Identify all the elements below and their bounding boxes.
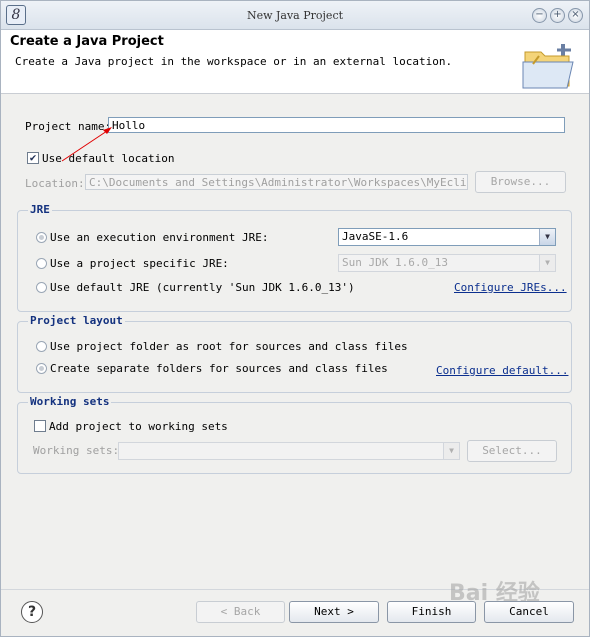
jre-specific-value: Sun JDK 1.6.0_13 (342, 256, 448, 269)
help-icon[interactable]: ? (21, 601, 43, 623)
wizard-title: Create a Java Project (10, 34, 164, 49)
new-java-project-dialog: 8 New Java Project − + × Create a Java P… (0, 0, 590, 637)
window-title: New Java Project (246, 9, 344, 22)
jre-specific-select[interactable]: Sun JDK 1.6.0_13 ▼ (338, 254, 556, 272)
select-working-sets-button[interactable]: Select... (467, 440, 557, 462)
wizard-description: Create a Java project in the workspace o… (15, 55, 453, 68)
working-sets-select[interactable]: ▼ (118, 442, 460, 460)
use-default-location-label: Use default location (42, 152, 175, 165)
maximize-icon[interactable]: + (550, 8, 565, 23)
jre-specific-label: Use a project specific JRE: (50, 257, 229, 270)
java-project-folder-icon (522, 44, 574, 89)
chevron-down-icon: ▼ (443, 443, 459, 459)
use-default-location-checkbox[interactable]: ✔ (27, 152, 39, 164)
back-button[interactable]: < Back (196, 601, 285, 623)
title-bar[interactable]: 8 New Java Project − + × (1, 1, 589, 30)
jre-env-value: JavaSE-1.6 (342, 230, 409, 243)
finish-button[interactable]: Finish (387, 601, 476, 623)
working-sets-group: Working sets (17, 395, 572, 474)
add-to-working-sets-label: Add project to working sets (49, 420, 228, 433)
project-layout-group-title: Project layout (28, 314, 125, 327)
close-icon[interactable]: × (568, 8, 583, 23)
configure-jres-link[interactable]: Configure JREs... (454, 281, 567, 294)
project-name-input[interactable]: Hollo (108, 117, 565, 133)
jre-default-label: Use default JRE (currently 'Sun JDK 1.6.… (50, 281, 355, 294)
project-layout-group: Project layout (17, 314, 572, 393)
layout-root-radio[interactable] (36, 341, 47, 352)
minimize-icon[interactable]: − (532, 8, 547, 23)
jre-default-radio[interactable] (36, 282, 47, 293)
location-input[interactable]: C:\Documents and Settings\Administrator\… (85, 174, 468, 190)
add-to-working-sets-checkbox[interactable] (34, 420, 46, 432)
wizard-header: Create a Java Project Create a Java proj… (1, 30, 589, 94)
chevron-down-icon: ▼ (539, 229, 555, 245)
jre-env-label: Use an execution environment JRE: (50, 231, 269, 244)
cancel-button[interactable]: Cancel (484, 601, 574, 623)
jre-env-select[interactable]: JavaSE-1.6 ▼ (338, 228, 556, 246)
location-label: Location: (25, 177, 85, 190)
jre-group-title: JRE (28, 203, 52, 216)
jre-specific-radio[interactable] (36, 258, 47, 269)
working-sets-label: Working sets: (33, 444, 120, 457)
layout-root-label: Use project folder as root for sources a… (50, 340, 408, 353)
working-sets-group-title: Working sets (28, 395, 112, 408)
browse-button[interactable]: Browse... (475, 171, 566, 193)
layout-separate-radio[interactable] (36, 363, 47, 374)
chevron-down-icon: ▼ (539, 255, 555, 271)
layout-separate-label: Create separate folders for sources and … (50, 362, 388, 375)
jre-env-radio[interactable] (36, 232, 47, 243)
configure-default-link[interactable]: Configure default... (436, 364, 568, 377)
next-button[interactable]: Next > (289, 601, 379, 623)
